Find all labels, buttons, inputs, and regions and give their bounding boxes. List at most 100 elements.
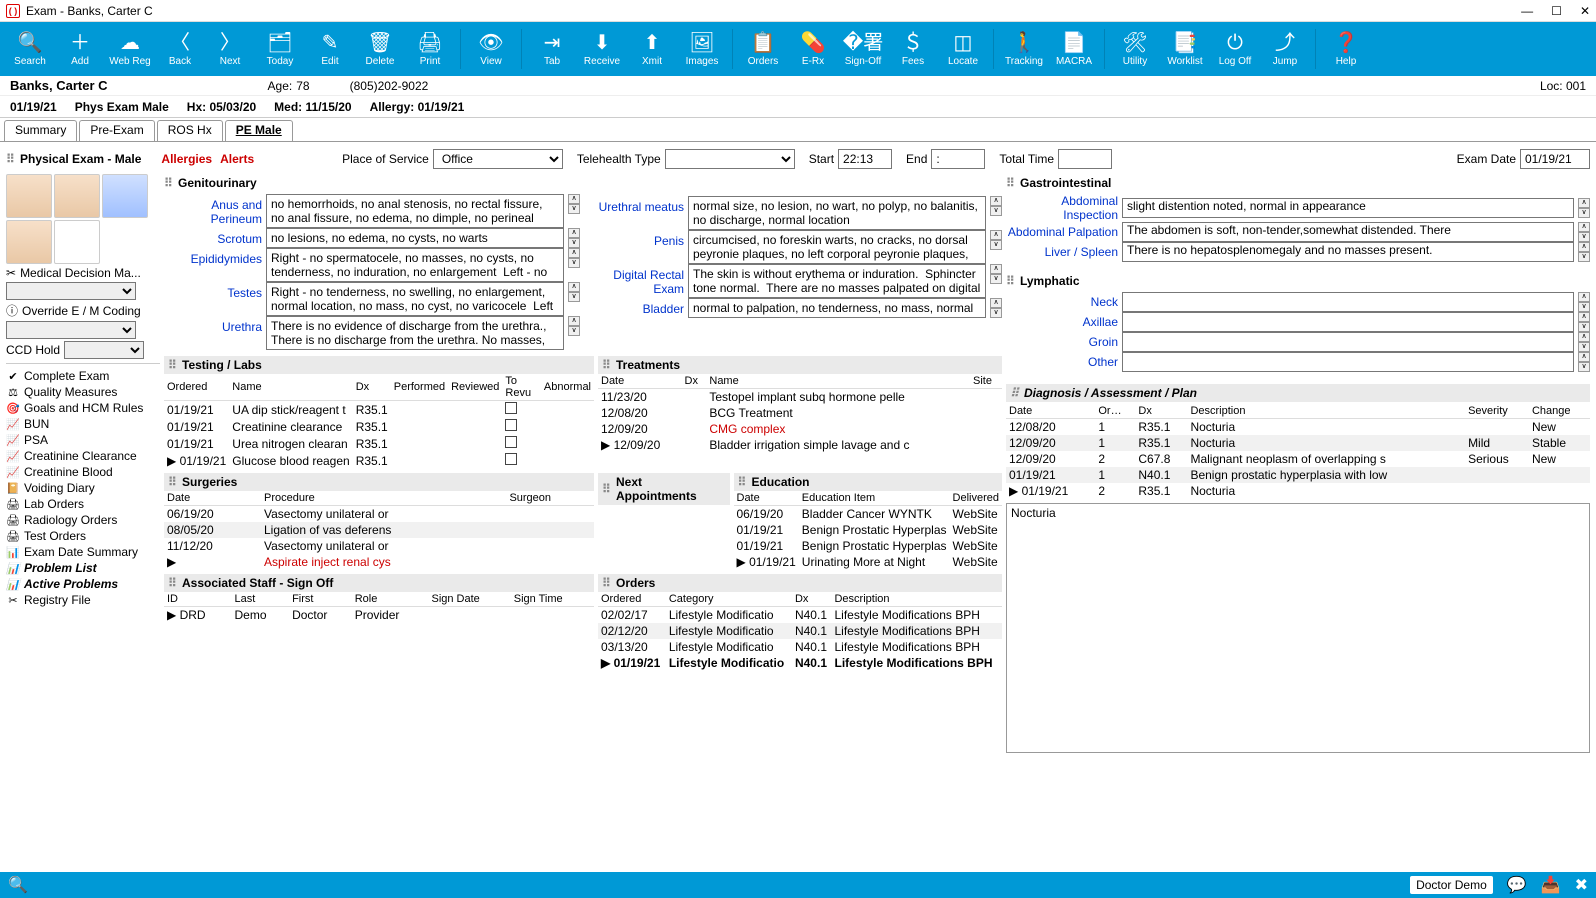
checkbox[interactable] <box>505 453 517 465</box>
gu-label[interactable]: Testes <box>164 282 262 300</box>
field-input[interactable] <box>1122 352 1574 372</box>
gu-textarea[interactable]: Right - no tenderness, no swelling, no e… <box>266 282 564 316</box>
table-row[interactable]: 11/23/20Testopel implant subq hormone pe… <box>598 389 1002 406</box>
spinner[interactable]: ∧∨ <box>568 282 580 302</box>
toolbar-fees[interactable]: ＄Fees <box>889 25 937 73</box>
toolbar-images[interactable]: 🖼Images <box>678 25 726 73</box>
examdate-input[interactable] <box>1520 149 1590 169</box>
sidebar-item-psa[interactable]: 📈PSA <box>6 432 160 448</box>
gu-textarea[interactable]: Right - no spermatocele, no masses, no c… <box>266 248 564 282</box>
gu-label[interactable]: Bladder <box>586 298 684 316</box>
close-button[interactable]: ✕ <box>1580 4 1590 18</box>
spinner[interactable]: ∧∨ <box>1578 198 1590 218</box>
table-row[interactable]: 11/12/20Vasectomy unilateral or <box>164 538 594 554</box>
allergies-link[interactable]: Allergies <box>161 152 212 166</box>
table-row[interactable]: 01/19/21Creatinine clearanceR35.1 <box>164 418 594 435</box>
field-input[interactable]: slight distention noted, normal in appea… <box>1122 198 1574 218</box>
end-input[interactable] <box>931 149 985 169</box>
pos-select[interactable]: Office <box>433 149 563 169</box>
table-row[interactable]: ▶ DRDDemoDoctorProvider <box>164 607 594 624</box>
spinner[interactable]: ∧∨ <box>568 228 580 248</box>
minimize-button[interactable]: — <box>1521 4 1533 18</box>
toolbar-search[interactable]: 🔍Search <box>6 25 54 73</box>
toolbar-tab[interactable]: ⇥Tab <box>528 25 576 73</box>
toolbar-locate[interactable]: ◫Locate <box>939 25 987 73</box>
gu-label[interactable]: Penis <box>586 230 684 248</box>
anatomy-thumb[interactable] <box>6 220 52 264</box>
spinner[interactable]: ∧∨ <box>1578 312 1590 332</box>
spinner[interactable]: ∧∨ <box>568 248 580 268</box>
table-row[interactable]: 12/09/202C67.8Malignant neoplasm of over… <box>1006 451 1590 467</box>
total-input[interactable] <box>1058 149 1112 169</box>
spinner[interactable]: ∧∨ <box>990 230 1002 250</box>
toolbar-jump[interactable]: ⤴Jump <box>1261 25 1309 73</box>
gu-textarea[interactable]: no lesions, no edema, no cysts, no warts <box>266 228 564 248</box>
anatomy-thumb[interactable] <box>6 174 52 218</box>
table-row[interactable]: ▶ 01/19/21Urinating More at NightWebSite <box>734 554 1003 570</box>
field-label[interactable]: Abdominal Palpation <box>1006 225 1118 239</box>
gu-textarea[interactable]: normal size, no lesion, no wart, no poly… <box>688 196 986 230</box>
table-row[interactable]: 01/19/21Urea nitrogen clearanR35.1 <box>164 435 594 452</box>
toolbar-help[interactable]: ❓Help <box>1322 25 1370 73</box>
toolbar-worklist[interactable]: 📑Worklist <box>1161 25 1209 73</box>
gu-textarea[interactable]: There is no evidence of discharge from t… <box>266 316 564 350</box>
sidebar-item-voiding-diary[interactable]: 📔Voiding Diary <box>6 480 160 496</box>
toolbar-sign-off[interactable]: �署Sign-Off <box>839 25 887 73</box>
field-input[interactable] <box>1122 332 1574 352</box>
gu-textarea[interactable]: no hemorrhoids, no anal stenosis, no rec… <box>266 194 564 228</box>
field-label[interactable]: Abdominal Inspection <box>1006 194 1118 222</box>
anatomy-thumb[interactable] <box>54 220 100 264</box>
toolbar-utility[interactable]: 🛠Utility <box>1111 25 1159 73</box>
checkbox[interactable] <box>505 402 517 414</box>
telehealth-select[interactable] <box>665 149 795 169</box>
table-row[interactable]: ▶ 01/19/21Glucose blood reagenR35.1 <box>164 452 594 469</box>
start-input[interactable] <box>838 149 892 169</box>
checkbox[interactable] <box>505 436 517 448</box>
inbox-icon[interactable]: 📥 <box>1541 875 1561 895</box>
sidebar-item-exam-date-summary[interactable]: 📊Exam Date Summary <box>6 544 160 560</box>
gu-label[interactable]: Scrotum <box>164 228 262 246</box>
spinner[interactable]: ∧∨ <box>1578 242 1590 262</box>
maximize-button[interactable]: ☐ <box>1551 4 1562 18</box>
table-row[interactable]: 08/05/20Ligation of vas deferens <box>164 522 594 538</box>
tab-ros-hx[interactable]: ROS Hx <box>157 120 223 141</box>
table-row[interactable]: ▶ 01/19/212R35.1Nocturia <box>1006 483 1590 499</box>
toolbar-view[interactable]: 👁View <box>467 25 515 73</box>
table-row[interactable]: 12/08/201R35.1NocturiaNew <box>1006 419 1590 436</box>
field-input[interactable] <box>1122 292 1574 312</box>
alerts-link[interactable]: Alerts <box>220 152 254 166</box>
tab-summary[interactable]: Summary <box>4 120 77 141</box>
tab-pe-male[interactable]: PE Male <box>225 120 293 141</box>
sidebar-item-bun[interactable]: 📈BUN <box>6 416 160 432</box>
toolbar-today[interactable]: 🗂Today <box>256 25 304 73</box>
sidebar-item-lab-orders[interactable]: 🖨Lab Orders <box>6 496 160 512</box>
toolbar-receive[interactable]: ⬇Receive <box>578 25 626 73</box>
sidebar-item-complete-exam[interactable]: ✔Complete Exam <box>6 368 160 384</box>
sidebar-item-creatinine-clearance[interactable]: 📈Creatinine Clearance <box>6 448 160 464</box>
field-input[interactable] <box>1122 312 1574 332</box>
gu-label[interactable]: Urethra <box>164 316 262 334</box>
table-row[interactable]: ▶ 01/19/21Lifestyle ModificatioN40.1Life… <box>598 655 1002 671</box>
toolbar-log-off[interactable]: ⏻Log Off <box>1211 25 1259 73</box>
toolbar-print[interactable]: 🖨Print <box>406 25 454 73</box>
chat-icon[interactable]: 💬 <box>1507 875 1527 895</box>
spinner[interactable]: ∧∨ <box>1578 292 1590 312</box>
toolbar-web-reg[interactable]: ☁Web Reg <box>106 25 154 73</box>
table-row[interactable]: 01/19/211N40.1Benign prostatic hyperplas… <box>1006 467 1590 483</box>
ccd-select[interactable] <box>64 341 144 359</box>
field-label[interactable]: Neck <box>1006 295 1118 309</box>
spinner[interactable]: ∧∨ <box>1578 352 1590 372</box>
sidebar-item-test-orders[interactable]: 🖨Test Orders <box>6 528 160 544</box>
table-row[interactable]: 01/19/21Benign Prostatic HyperplasWebSit… <box>734 538 1003 554</box>
table-row[interactable]: 02/12/20Lifestyle ModificatioN40.1Lifest… <box>598 623 1002 639</box>
toolbar-macra[interactable]: 📄MACRA <box>1050 25 1098 73</box>
diag-note[interactable]: Nocturia <box>1006 503 1590 753</box>
exit-icon[interactable]: ✖ <box>1575 875 1588 895</box>
toolbar-back[interactable]: 〈Back <box>156 25 204 73</box>
table-row[interactable]: 12/09/20CMG complex <box>598 421 1002 437</box>
sidebar-item-problem-list[interactable]: 📊Problem List <box>6 560 160 576</box>
table-row[interactable]: 01/19/21UA dip stick/reagent tR35.1 <box>164 401 594 419</box>
toolbar-edit[interactable]: ✎Edit <box>306 25 354 73</box>
sidebar-item-registry-file[interactable]: ✂Registry File <box>6 592 160 608</box>
mdm-select[interactable] <box>6 282 136 300</box>
